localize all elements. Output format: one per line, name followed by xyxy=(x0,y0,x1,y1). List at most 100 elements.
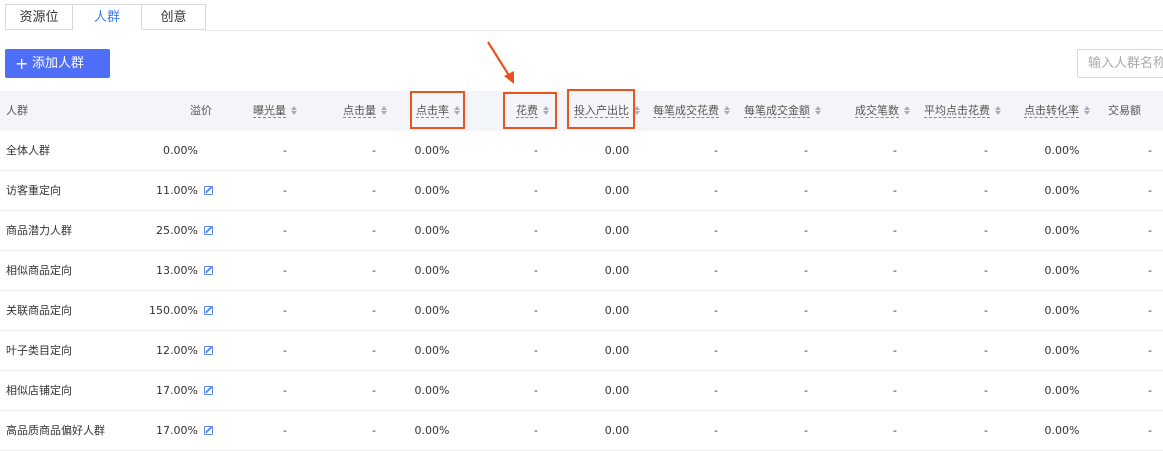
cell-gmv-text: - xyxy=(1148,384,1152,397)
cell-orders-text: - xyxy=(893,224,897,237)
col-header-impressions[interactable]: 曝光量 xyxy=(253,91,297,131)
add-audience-button[interactable]: + 添加人群 xyxy=(5,49,110,78)
cell-clicks-text: - xyxy=(372,144,376,157)
add-audience-label: 添加人群 xyxy=(32,56,85,71)
cell-cvr-text: 0.00% xyxy=(1044,264,1080,277)
cell-cvr-text: 0.00% xyxy=(1044,224,1080,237)
cell-roi-text: 0.00 xyxy=(604,344,630,357)
cell-ctr-text: 0.00% xyxy=(414,424,450,437)
sort-icon[interactable] xyxy=(995,105,1001,115)
sort-icon[interactable] xyxy=(381,105,387,115)
cell-roi: 0.00 xyxy=(577,331,657,371)
cell-spend-text: - xyxy=(534,264,538,277)
cell-name-text: 相似店铺定向 xyxy=(6,384,72,397)
cell-amount-per-order: - xyxy=(766,211,846,251)
edit-icon[interactable] xyxy=(204,265,213,275)
cell-ctr: 0.00% xyxy=(392,171,472,211)
cell-impressions-text: - xyxy=(283,304,287,317)
cell-roi-text: 0.00 xyxy=(604,424,630,437)
edit-icon[interactable] xyxy=(204,345,213,355)
cell-premium: 12.00% xyxy=(156,331,213,371)
audience-search-input[interactable] xyxy=(1077,49,1163,78)
cell-cost-per-order: - xyxy=(676,411,756,451)
edit-icon[interactable] xyxy=(204,425,213,435)
cell-cost-per-order: - xyxy=(676,331,756,371)
cell-spend: - xyxy=(496,291,576,331)
cell-roi: 0.00 xyxy=(577,411,657,451)
cell-amount-per-order: - xyxy=(766,411,846,451)
col-header-gmv[interactable]: 交易额 xyxy=(1108,91,1141,131)
cell-avg-cpc: - xyxy=(946,291,1026,331)
cell-premium-text: 17.00% xyxy=(156,424,198,437)
cell-ctr-text: 0.00% xyxy=(414,144,450,157)
cell-avg-cpc: - xyxy=(946,411,1026,451)
col-header-avg-cpc[interactable]: 平均点击花费 xyxy=(924,91,1001,131)
sort-icon[interactable] xyxy=(904,105,910,115)
cell-ctr-text: 0.00% xyxy=(414,224,450,237)
cell-cost-per-order: - xyxy=(676,171,756,211)
cell-amount-per-order: - xyxy=(766,331,846,371)
cell-gmv: - xyxy=(1110,211,1163,251)
cell-cost-per-order: - xyxy=(676,371,756,411)
cell-cvr: 0.00% xyxy=(1022,291,1102,331)
cell-gmv-text: - xyxy=(1148,304,1152,317)
sort-icon[interactable] xyxy=(724,105,730,115)
cell-ctr: 0.00% xyxy=(392,411,472,451)
cell-spend: - xyxy=(496,331,576,371)
cell-gmv-text: - xyxy=(1148,144,1152,157)
tab-placements[interactable]: 资源位 xyxy=(5,4,73,30)
tab-divider xyxy=(205,30,1163,31)
cell-amount-per-order-text: - xyxy=(804,264,808,277)
cell-name: 访客重定向 xyxy=(6,171,61,211)
cell-ctr: 0.00% xyxy=(392,331,472,371)
cell-impressions-text: - xyxy=(283,384,287,397)
edit-icon[interactable] xyxy=(204,385,213,395)
cell-orders-text: - xyxy=(893,144,897,157)
cell-impressions: - xyxy=(245,251,325,291)
cell-premium: 150.00% xyxy=(149,291,213,331)
edit-icon[interactable] xyxy=(204,305,213,315)
table-row: 相似店铺定向 17.00% - - 0.00% - 0.00 - - - - 0.00% - xyxy=(0,371,1163,411)
sort-icon[interactable] xyxy=(1084,105,1090,115)
cell-impressions-text: - xyxy=(283,144,287,157)
col-header-clicks[interactable]: 点击量 xyxy=(343,91,387,131)
cell-spend-text: - xyxy=(534,304,538,317)
cell-impressions: - xyxy=(245,131,325,171)
col-header-amount-per-order[interactable]: 每笔成交金额 xyxy=(744,91,821,131)
tab-audiences[interactable]: 人群 xyxy=(73,4,142,30)
tab-creatives[interactable]: 创意 xyxy=(142,4,206,30)
cell-name-text: 全体人群 xyxy=(6,144,50,157)
cell-cost-per-order: - xyxy=(676,291,756,331)
cell-ctr-text: 0.00% xyxy=(414,344,450,357)
col-header-cvr[interactable]: 点击转化率 xyxy=(1024,91,1090,131)
cell-spend-text: - xyxy=(534,384,538,397)
cell-roi-text: 0.00 xyxy=(604,384,630,397)
cell-cvr: 0.00% xyxy=(1022,331,1102,371)
cell-avg-cpc-text: - xyxy=(984,224,988,237)
cell-orders: - xyxy=(855,251,935,291)
plus-icon: + xyxy=(15,54,29,73)
cell-premium: 17.00% xyxy=(156,371,213,411)
cell-orders: - xyxy=(855,171,935,211)
table-row: 商品潜力人群 25.00% - - 0.00% - 0.00 - - - - 0.00% - xyxy=(0,211,1163,251)
cell-cvr-text: 0.00% xyxy=(1044,304,1080,317)
col-header-premium: 溢价 xyxy=(190,104,212,117)
cell-amount-per-order-text: - xyxy=(804,384,808,397)
cell-roi-text: 0.00 xyxy=(604,224,630,237)
table-row: 关联商品定向 150.00% - - 0.00% - 0.00 - - - - 0.00% - xyxy=(0,291,1163,331)
cell-amount-per-order: - xyxy=(766,131,846,171)
edit-icon[interactable] xyxy=(204,225,213,235)
cell-cvr-text: 0.00% xyxy=(1044,184,1080,197)
cell-orders: - xyxy=(855,291,935,331)
col-header-orders[interactable]: 成交笔数 xyxy=(855,91,910,131)
sort-icon[interactable] xyxy=(815,105,821,115)
cell-spend: - xyxy=(496,171,576,211)
cell-cvr: 0.00% xyxy=(1022,131,1102,171)
sort-icon[interactable] xyxy=(291,105,297,115)
cell-gmv-text: - xyxy=(1148,264,1152,277)
cell-premium: 11.00% xyxy=(156,171,213,211)
cell-spend: - xyxy=(496,211,576,251)
cell-premium-text: 17.00% xyxy=(156,384,198,397)
col-header-cost-per-order[interactable]: 每笔成交花费 xyxy=(653,91,730,131)
edit-icon[interactable] xyxy=(204,185,213,195)
